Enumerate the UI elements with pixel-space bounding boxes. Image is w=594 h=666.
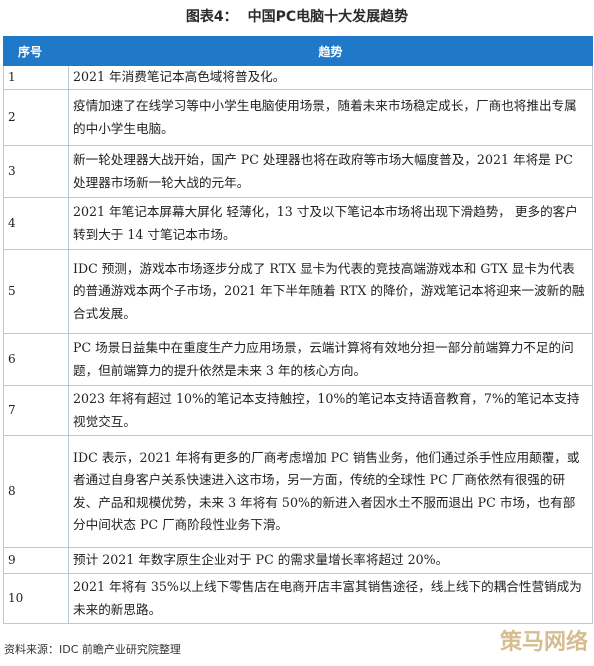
- table-header-row: 序号 趋势: [3, 36, 593, 66]
- row-trend: 疫情加速了在线学习等中小学生电脑使用场景，随着未来市场稳定成长，厂商也将推出专属…: [68, 89, 593, 146]
- row-number: 1: [3, 65, 69, 90]
- row-trend: 预计 2021 年数字原生企业对于 PC 的需求量增长率将超过 20%。: [68, 547, 593, 574]
- table-row: 7 2023 年将有超过 10%的笔记本支持触控，10%的笔记本支持语音教育，7…: [3, 385, 593, 436]
- watermark-logo: 策马网络: [500, 630, 589, 655]
- figure-title: 图表4： 中国PC电脑十大发展趋势: [0, 0, 594, 32]
- row-trend: IDC 预测，游戏本市场逐步分成了 RTX 显卡为代表的竞技高端游戏本和 GTX…: [68, 249, 593, 334]
- table-row: 3 新一轮处理器大战开始，国产 PC 处理器也将在政府等市场大幅度普及，2021…: [3, 145, 593, 198]
- figure-label: 图表4：: [185, 9, 238, 25]
- row-trend: IDC 表示，2021 年将有更多的厂商考虑增加 PC 销售业务，他们通过杀手性…: [68, 435, 593, 548]
- row-trend: PC 场景日益集中在重度生产力应用场景，云端计算将有效地分担一部分前端算力不足的…: [68, 333, 593, 386]
- table-row: 4 2021 年笔记本屏幕大屏化 轻薄化，13 寸及以下笔记本市场将出现下滑趋势…: [3, 197, 593, 250]
- row-number: 4: [3, 197, 69, 250]
- figure-title-text: 中国PC电脑十大发展趋势: [247, 9, 409, 25]
- row-trend: 新一轮处理器大战开始，国产 PC 处理器也将在政府等市场大幅度普及，2021 年…: [68, 145, 593, 198]
- trends-table: 序号 趋势 1 2021 年消费笔记本高色域将普及化。 2 疫情加速了在线学习等…: [3, 36, 593, 624]
- row-number: 10: [3, 573, 69, 624]
- table-row: 5 IDC 预测，游戏本市场逐步分成了 RTX 显卡为代表的竞技高端游戏本和 G…: [3, 249, 593, 334]
- table-row: 8 IDC 表示，2021 年将有更多的厂商考虑增加 PC 销售业务，他们通过杀…: [3, 435, 593, 548]
- table-row: 9 预计 2021 年数字原生企业对于 PC 的需求量增长率将超过 20%。: [3, 547, 593, 574]
- row-trend: 2021 年将有 35%以上线下零售店在电商开店丰富其销售途径，线上线下的耦合性…: [68, 573, 593, 624]
- row-number: 6: [3, 333, 69, 386]
- row-number: 5: [3, 249, 69, 334]
- row-number: 7: [3, 385, 69, 436]
- table-row: 2 疫情加速了在线学习等中小学生电脑使用场景，随着未来市场稳定成长，厂商也将推出…: [3, 89, 593, 146]
- table-row: 1 2021 年消费笔记本高色域将普及化。: [3, 65, 593, 90]
- row-number: 2: [3, 89, 69, 146]
- row-trend: 2021 年笔记本屏幕大屏化 轻薄化，13 寸及以下笔记本市场将出现下滑趋势， …: [68, 197, 593, 250]
- header-index: 序号: [3, 36, 69, 66]
- row-number: 9: [3, 547, 69, 574]
- row-trend: 2023 年将有超过 10%的笔记本支持触控，10%的笔记本支持语音教育，7%的…: [68, 385, 593, 436]
- row-number: 8: [3, 435, 69, 548]
- header-trend: 趋势: [68, 36, 593, 66]
- row-number: 3: [3, 145, 69, 198]
- row-trend: 2021 年消费笔记本高色域将普及化。: [68, 65, 593, 90]
- table-row: 6 PC 场景日益集中在重度生产力应用场景，云端计算将有效地分担一部分前端算力不…: [3, 333, 593, 386]
- table-row: 10 2021 年将有 35%以上线下零售店在电商开店丰富其销售途径，线上线下的…: [3, 573, 593, 624]
- source-note: 资料来源：IDC 前瞻产业研究院整理: [4, 643, 181, 656]
